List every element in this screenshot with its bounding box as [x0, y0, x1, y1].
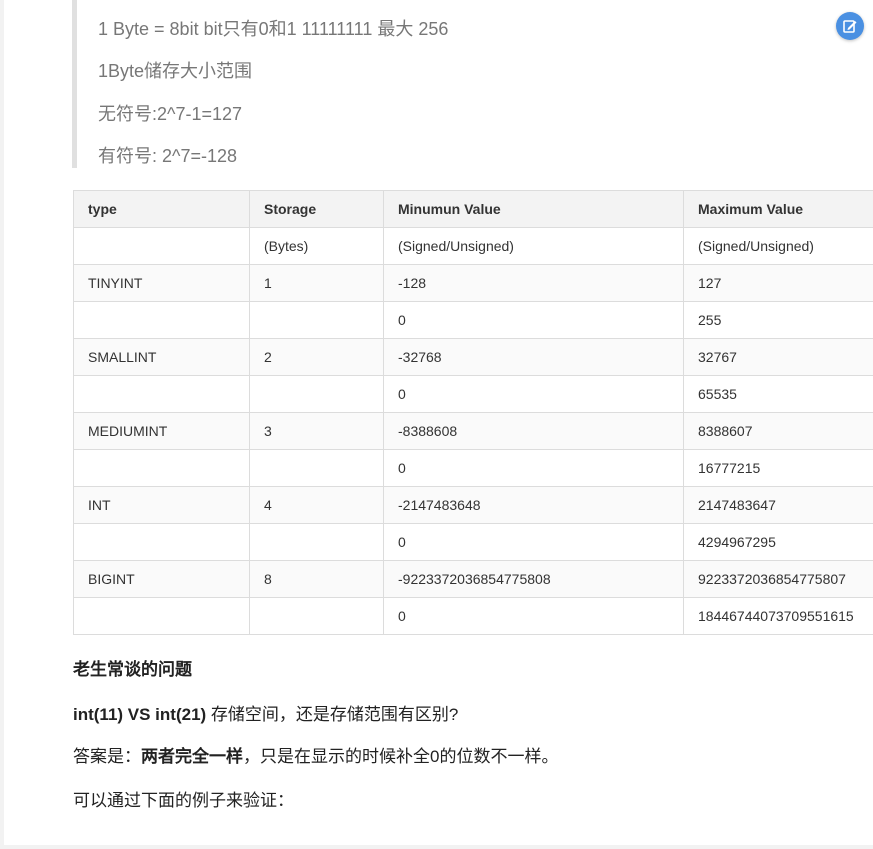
floating-edit-button[interactable] [836, 12, 864, 40]
table-cell [249, 375, 384, 413]
table-row: TINYINT 1 -128 127 [73, 264, 873, 302]
col-header-max: Maximum Value [683, 190, 873, 228]
edit-icon [843, 20, 857, 33]
table-cell [249, 597, 384, 635]
table-cell: -8388608 [383, 412, 684, 450]
answer-paragraph: 答案是：两者完全一样，只是在显示的时候补全0的位数不一样。 [73, 742, 558, 767]
table-cell: -2147483648 [383, 486, 684, 524]
table-cell: 32767 [683, 338, 873, 376]
table-cell: 8 [249, 560, 384, 598]
table-cell: MEDIUMINT [73, 412, 250, 450]
table-cell: 0 [383, 375, 684, 413]
section-heading: 老生常谈的问题 [73, 660, 192, 679]
table-cell: (Bytes) [249, 227, 384, 265]
table-cell: 4294967295 [683, 523, 873, 561]
table-cell: 0 [383, 523, 684, 561]
table-cell [73, 227, 250, 265]
verify-paragraph: 可以通过下面的例子来验证： [73, 791, 294, 810]
table-cell: (Signed/Unsigned) [683, 227, 873, 265]
table-cell: 2 [249, 338, 384, 376]
table-cell: 65535 [683, 375, 873, 413]
col-header-type: type [73, 190, 250, 228]
table-row: 0 16777215 [73, 449, 873, 487]
table-row: 0 4294967295 [73, 523, 873, 561]
table-cell: BIGINT [73, 560, 250, 598]
table-row: (Bytes) (Signed/Unsigned) (Signed/Unsign… [73, 227, 873, 265]
col-header-storage: Storage [249, 190, 384, 228]
table-header-row: type Storage Minumun Value Maximum Value [73, 190, 873, 228]
question-text: 存储空间，还是存储范围有区别? [206, 705, 459, 724]
table-cell: SMALLINT [73, 338, 250, 376]
table-cell [73, 301, 250, 339]
table-cell: TINYINT [73, 264, 250, 302]
table-row: MEDIUMINT 3 -8388608 8388607 [73, 412, 873, 450]
quote-line-4: 有符号: 2^7=-128 [98, 146, 238, 166]
table-row: 0 18446744073709551615 [73, 597, 873, 635]
answer-text: ，只是在显示的时候补全0的位数不一样。 [243, 747, 559, 766]
table-cell [249, 523, 384, 561]
integer-types-table: type Storage Minumun Value Maximum Value… [73, 190, 873, 635]
table-cell: -32768 [383, 338, 684, 376]
table-row: SMALLINT 2 -32768 32767 [73, 338, 873, 376]
table-cell [73, 449, 250, 487]
table-cell: 0 [383, 301, 684, 339]
table-cell: 0 [383, 597, 684, 635]
table-cell [73, 597, 250, 635]
quote-line-2: 1Byte储存大小范围 [98, 61, 253, 81]
table-cell: -128 [383, 264, 684, 302]
quote-line-3: 无符号:2^7-1=127 [98, 104, 243, 124]
table-cell: -9223372036854775808 [383, 560, 684, 598]
table-cell: 1 [249, 264, 384, 302]
table-cell [73, 523, 250, 561]
table-cell: 255 [683, 301, 873, 339]
question-bold: int(11) VS int(21) [73, 705, 207, 724]
table-row: INT 4 -2147483648 2147483647 [73, 486, 873, 524]
table-cell: 4 [249, 486, 384, 524]
table-cell: (Signed/Unsigned) [383, 227, 684, 265]
answer-prefix: 答案是： [73, 747, 141, 766]
quote-line-1: 1 Byte = 8bit bit只有0和1 11111111 最大 256 [98, 19, 449, 39]
table-cell: 9223372036854775807 [683, 560, 873, 598]
table-cell [249, 301, 384, 339]
question-paragraph: int(11) VS int(21) 存储空间，还是存储范围有区别? [73, 700, 458, 725]
table-cell: INT [73, 486, 250, 524]
table-cell: 3 [249, 412, 384, 450]
table-cell: 127 [683, 264, 873, 302]
table-row: BIGINT 8 -9223372036854775808 9223372036… [73, 560, 873, 598]
table-cell: 2147483647 [683, 486, 873, 524]
answer-bold: 两者完全一样 [141, 747, 243, 766]
blockquote: 1 Byte = 8bit bit只有0和1 11111111 最大 256 1… [72, 0, 867, 168]
table-cell [73, 375, 250, 413]
table-row: 0 65535 [73, 375, 873, 413]
table-cell: 18446744073709551615 [683, 597, 873, 635]
article-page: 1 Byte = 8bit bit只有0和1 11111111 最大 256 1… [4, 0, 873, 845]
table-row: 0 255 [73, 301, 873, 339]
table-cell: 16777215 [683, 449, 873, 487]
table-cell: 0 [383, 449, 684, 487]
col-header-min: Minumun Value [383, 190, 684, 228]
table-cell: 8388607 [683, 412, 873, 450]
table-cell [249, 449, 384, 487]
